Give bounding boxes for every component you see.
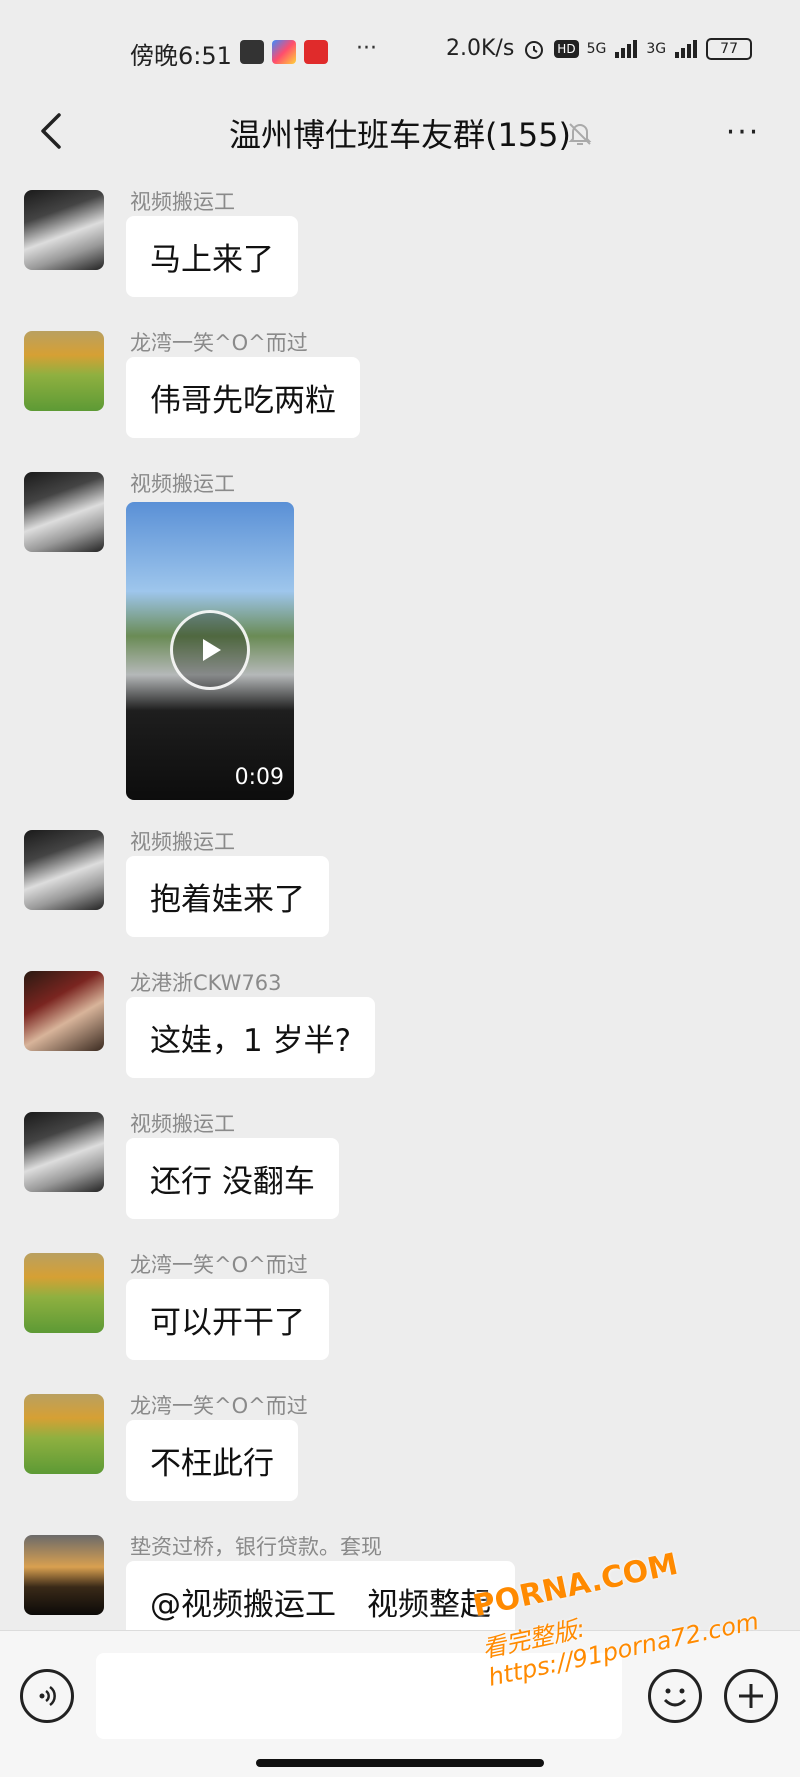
avatar[interactable] (24, 830, 104, 910)
video-app-icon (272, 40, 296, 64)
status-bar: 傍晚6:51 ··· 2.0K/s HD 5G 3G 77 (0, 0, 800, 100)
emoji-icon (663, 1688, 687, 1707)
sender-name: 龙港浙CKW763 (130, 971, 282, 995)
sender-name: 视频搬运工 (130, 1112, 235, 1136)
sender-name: 龙湾一笑^O^而过 (130, 1394, 308, 1418)
signal-3g-icon: 3G (646, 40, 667, 57)
bell-mute-icon (568, 123, 592, 145)
avatar[interactable] (24, 971, 104, 1051)
hd-icon: HD (554, 39, 579, 58)
input-bar (0, 1630, 800, 1777)
message-bubble[interactable]: 伟哥先吃两粒 (126, 357, 360, 438)
sender-name: 视频搬运工 (130, 190, 235, 214)
status-more-indicator: ··· (356, 36, 377, 61)
voice-icon (39, 1685, 56, 1707)
message-bubble[interactable]: 还行 没翻车 (126, 1138, 339, 1219)
avatar[interactable] (24, 331, 104, 411)
plus-button[interactable] (724, 1669, 778, 1723)
home-indicator[interactable] (256, 1759, 544, 1767)
sender-name: 龙湾一笑^O^而过 (130, 1253, 308, 1277)
message-bubble[interactable]: 抱着娃来了 (126, 856, 329, 937)
message-bubble[interactable]: 这娃，1 岁半? (126, 997, 376, 1078)
video-duration: 0:09 (234, 765, 284, 790)
avatar[interactable] (24, 1535, 104, 1615)
message-input[interactable] (96, 1653, 622, 1739)
news-app-icon (304, 40, 328, 64)
play-icon (203, 639, 221, 661)
sender-name: 垫资过桥，银行贷款。套现 (130, 1535, 382, 1559)
signal-bars-2-icon (675, 39, 698, 58)
status-app-icons (240, 40, 328, 64)
avatar[interactable] (24, 1112, 104, 1192)
message-bubble[interactable]: 可以开干了 (126, 1279, 329, 1360)
avatar[interactable] (24, 190, 104, 270)
alarm-icon (525, 40, 544, 59)
avatar[interactable] (24, 1253, 104, 1333)
play-button[interactable] (170, 610, 250, 690)
notification-app-icon (240, 40, 264, 64)
status-time: 傍晚6:51 (130, 42, 232, 70)
sender-name: 龙湾一笑^O^而过 (130, 331, 308, 355)
plus-icon (739, 1684, 763, 1708)
chat-message-list[interactable]: 视频搬运工 马上来了 龙湾一笑^O^而过 伟哥先吃两粒 视频搬运工 0:09 视… (0, 176, 800, 1630)
emoji-button[interactable] (648, 1669, 702, 1723)
video-message[interactable]: 0:09 (126, 502, 294, 800)
signal-5g-icon: 5G (586, 40, 607, 57)
sender-name: 视频搬运工 (130, 830, 235, 854)
status-right: 2.0K/s HD 5G 3G 77 (446, 36, 753, 61)
sender-name: 视频搬运工 (130, 472, 235, 496)
network-speed: 2.0K/s (446, 36, 515, 61)
signal-bars-icon (615, 39, 638, 58)
chat-title: 温州博仕班车友群(155) (228, 116, 572, 154)
more-button[interactable]: ··· (716, 110, 770, 154)
message-bubble[interactable]: @视频搬运工 视频整起 (126, 1561, 515, 1630)
avatar[interactable] (24, 1394, 104, 1474)
message-bubble[interactable]: 不枉此行 (126, 1420, 298, 1501)
chat-header: 温州博仕班车友群(155) ··· (0, 92, 800, 176)
message-bubble[interactable]: 马上来了 (126, 216, 298, 297)
voice-button[interactable] (20, 1669, 74, 1723)
avatar[interactable] (24, 472, 104, 552)
battery-icon: 77 (706, 37, 753, 60)
